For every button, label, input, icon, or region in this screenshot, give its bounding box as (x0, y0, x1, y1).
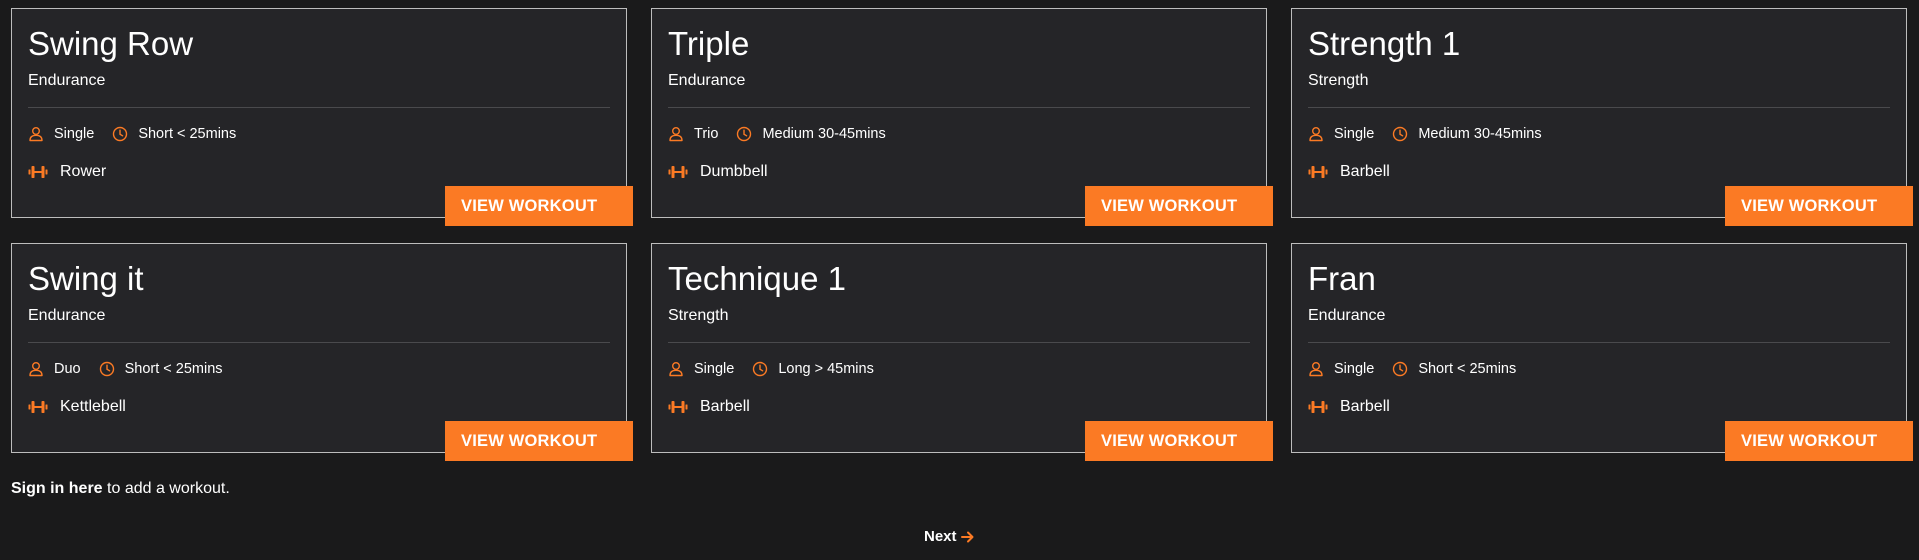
user-icon (28, 361, 44, 377)
workout-grid: Swing Row Endurance Single Short < 25min… (11, 8, 1913, 461)
arrow-right-icon (960, 531, 974, 543)
user-icon (1308, 126, 1324, 142)
clock-icon (1392, 126, 1408, 142)
participants-info: Duo (28, 359, 81, 379)
card-divider (1308, 107, 1890, 108)
dumbbell-icon (1308, 399, 1328, 415)
participants-label: Single (1334, 361, 1375, 377)
workout-category: Endurance (28, 307, 106, 324)
equipment-info: Kettlebell (28, 397, 126, 417)
equipment-label: Rower (60, 163, 107, 180)
view-workout-button[interactable]: VIEW WORKOUT (445, 421, 633, 461)
equipment-info: Barbell (668, 397, 750, 417)
equipment-label: Barbell (1340, 398, 1390, 415)
dumbbell-icon (28, 164, 48, 180)
workout-title: Fran (1308, 260, 1376, 297)
user-icon (668, 361, 684, 377)
clock-icon (752, 361, 768, 377)
workouts-page: Swing Row Endurance Single Short < 25min… (0, 0, 1919, 560)
workout-title: Swing Row (28, 25, 194, 62)
duration-label: Medium 30-45mins (1418, 126, 1542, 142)
workout-category: Strength (1308, 72, 1369, 89)
participants-label: Single (54, 126, 95, 142)
card-divider (28, 107, 610, 108)
duration-info: Short < 25mins (112, 124, 236, 144)
clock-icon (112, 126, 128, 142)
card-divider (668, 342, 1250, 343)
workout-category: Strength (668, 307, 729, 324)
duration-info: Medium 30-45mins (1392, 124, 1542, 144)
duration-label: Short < 25mins (138, 126, 237, 142)
duration-label: Short < 25mins (1418, 361, 1517, 377)
next-page-link[interactable]: Next (924, 528, 974, 545)
dumbbell-icon (668, 164, 688, 180)
user-icon (1308, 361, 1324, 377)
card-divider (668, 107, 1250, 108)
workout-meta: Trio Medium 30-45mins (668, 124, 904, 144)
workout-meta: Single Medium 30-45mins (1308, 124, 1560, 144)
workout-title: Strength 1 (1308, 25, 1461, 62)
signin-link[interactable]: Sign in here (11, 480, 103, 497)
workout-title: Swing it (28, 260, 144, 297)
workout-card: Fran Endurance Single Short < 25mins Bar… (1291, 243, 1913, 461)
workout-card: Strength 1 Strength Single Medium 30-45m… (1291, 8, 1913, 226)
view-workout-button[interactable]: VIEW WORKOUT (1725, 186, 1913, 226)
participants-label: Single (694, 361, 735, 377)
participants-label: Duo (54, 361, 81, 377)
equipment-info: Barbell (1308, 397, 1390, 417)
workout-meta: Single Short < 25mins (28, 124, 254, 144)
workout-card: Triple Endurance Trio Medium 30-45mins D… (651, 8, 1273, 226)
view-workout-button[interactable]: VIEW WORKOUT (1725, 421, 1913, 461)
equipment-info: Rower (28, 162, 106, 182)
participants-label: Trio (694, 126, 719, 142)
workout-category: Endurance (668, 72, 746, 89)
workout-meta: Single Long > 45mins (668, 359, 892, 379)
equipment-info: Dumbbell (668, 162, 768, 182)
workout-category: Endurance (1308, 307, 1386, 324)
equipment-label: Barbell (1340, 163, 1390, 180)
duration-label: Medium 30-45mins (762, 126, 886, 142)
workout-card: Swing it Endurance Duo Short < 25mins Ke… (11, 243, 633, 461)
participants-label: Single (1334, 126, 1375, 142)
signin-text: to add a workout. (102, 480, 230, 497)
next-label: Next (924, 528, 957, 545)
dumbbell-icon (668, 399, 688, 415)
workout-card: Swing Row Endurance Single Short < 25min… (11, 8, 633, 226)
workout-title: Technique 1 (668, 260, 846, 297)
duration-label: Long > 45mins (778, 361, 874, 377)
equipment-label: Dumbbell (700, 163, 768, 180)
participants-info: Single (1308, 124, 1374, 144)
signin-prompt: Sign in here to add a workout. (11, 479, 230, 499)
card-divider (1308, 342, 1890, 343)
card-divider (28, 342, 610, 343)
participants-info: Single (28, 124, 94, 144)
user-icon (28, 126, 44, 142)
workout-meta: Single Short < 25mins (1308, 359, 1534, 379)
duration-info: Medium 30-45mins (736, 124, 886, 144)
dumbbell-icon (1308, 164, 1328, 180)
duration-info: Short < 25mins (99, 359, 223, 379)
dumbbell-icon (28, 399, 48, 415)
view-workout-button[interactable]: VIEW WORKOUT (1085, 421, 1273, 461)
duration-label: Short < 25mins (124, 361, 223, 377)
workout-meta: Duo Short < 25mins (28, 359, 241, 379)
clock-icon (736, 126, 752, 142)
clock-icon (1392, 361, 1408, 377)
user-icon (668, 126, 684, 142)
equipment-label: Kettlebell (60, 398, 126, 415)
duration-info: Long > 45mins (752, 359, 874, 379)
participants-info: Trio (668, 124, 718, 144)
view-workout-button[interactable]: VIEW WORKOUT (445, 186, 633, 226)
clock-icon (99, 361, 115, 377)
workout-title: Triple (668, 25, 750, 62)
view-workout-button[interactable]: VIEW WORKOUT (1085, 186, 1273, 226)
workout-category: Endurance (28, 72, 106, 89)
workout-card: Technique 1 Strength Single Long > 45min… (651, 243, 1273, 461)
duration-info: Short < 25mins (1392, 359, 1516, 379)
participants-info: Single (1308, 359, 1374, 379)
equipment-label: Barbell (700, 398, 750, 415)
equipment-info: Barbell (1308, 162, 1390, 182)
participants-info: Single (668, 359, 734, 379)
